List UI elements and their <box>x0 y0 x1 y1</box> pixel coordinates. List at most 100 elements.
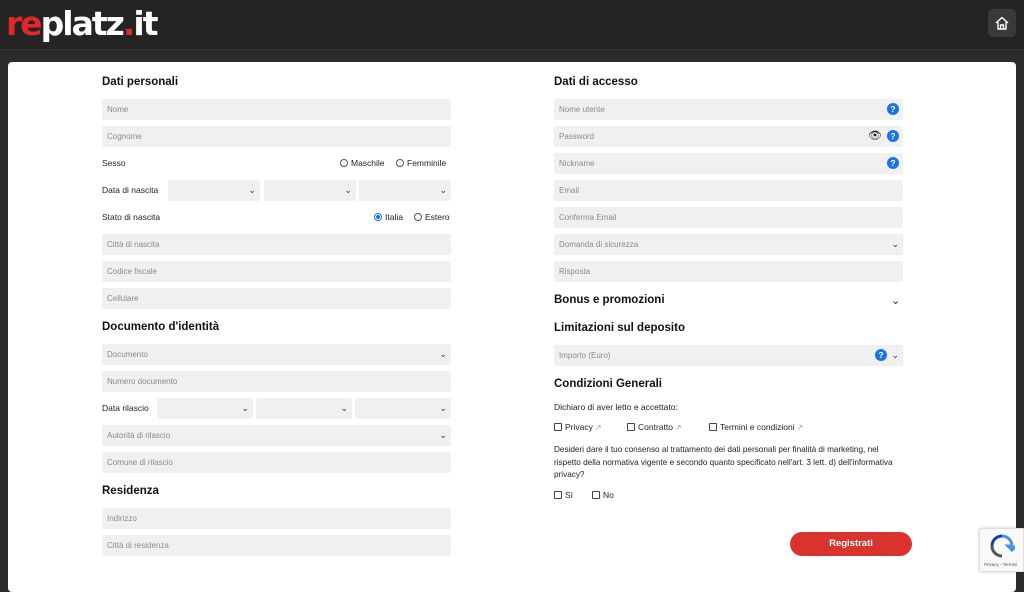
registration-form: Dati personali Nome Cognome Sesso Maschi… <box>8 62 1016 592</box>
help-icon[interactable]: ? <box>875 349 887 361</box>
documento-placeholder: Documento <box>107 350 148 359</box>
stato-label: Stato di nascita <box>102 212 161 222</box>
register-button[interactable]: Registrati <box>790 532 912 556</box>
radio-femminile-label: Femminile <box>407 158 447 168</box>
chevron-down-icon: ⌄ <box>891 350 899 360</box>
cognome-input[interactable]: Cognome <box>102 126 451 147</box>
consent-no-label: No <box>603 490 614 500</box>
section-title-bonus[interactable]: Bonus e promozioni <box>554 294 665 306</box>
sesso-label: Sesso <box>102 158 126 168</box>
contratto-checkbox[interactable]: Contratto ↗ <box>627 421 682 434</box>
consent-no-checkbox[interactable]: No <box>592 489 614 501</box>
chevron-down-icon: ⌄ <box>248 185 256 195</box>
indirizzo-input[interactable]: Indirizzo <box>102 508 451 529</box>
external-link-icon[interactable]: ↗ <box>797 423 804 432</box>
radio-circle-checked <box>374 213 382 221</box>
home-button[interactable] <box>988 9 1016 37</box>
privacy-checkbox[interactable]: Privacy ↗ <box>554 421 602 434</box>
privacy-label: Privacy <box>565 422 593 432</box>
importo-select[interactable]: Importo (Euro)? ⌄ <box>554 345 903 366</box>
email-input[interactable]: Email <box>554 180 903 201</box>
citta-residenza-input[interactable]: Città di residenza <box>102 535 451 556</box>
release-year-select[interactable]: ⌄ <box>355 398 451 419</box>
recaptcha-badge[interactable]: Privacy - Termini <box>979 528 1024 572</box>
checkbox-box <box>554 423 562 431</box>
recaptcha-text[interactable]: Privacy - Termini <box>984 562 1017 567</box>
checkbox-box <box>627 423 635 431</box>
numero-documento-input[interactable]: Numero documento <box>102 371 451 392</box>
radio-estero-label: Estero <box>425 212 450 222</box>
codice-fiscale-input[interactable]: Codice fiscale <box>102 261 451 282</box>
radio-italia[interactable]: Italia <box>374 210 403 224</box>
checkbox-box <box>592 491 600 499</box>
birth-month-select[interactable]: ⌄ <box>264 180 356 201</box>
logo-it: it <box>133 4 158 43</box>
external-link-icon[interactable]: ↗ <box>675 423 682 432</box>
radio-estero[interactable]: Estero <box>414 210 450 224</box>
autorita-placeholder: Autorità di rilascio <box>107 431 171 440</box>
security-question-select[interactable]: Domanda di sicurezza ⌄ <box>554 234 903 255</box>
chevron-down-icon: ⌄ <box>439 349 447 359</box>
external-link-icon[interactable]: ↗ <box>595 423 602 432</box>
documento-select[interactable]: Documento ⌄ <box>102 344 451 365</box>
checkbox-box <box>554 491 562 499</box>
autorita-select[interactable]: Autorità di rilascio ⌄ <box>102 425 451 446</box>
consent-yes-checkbox[interactable]: Sì <box>554 489 573 501</box>
chevron-down-icon: ⌄ <box>439 403 447 413</box>
chevron-down-icon: ⌄ <box>439 430 447 440</box>
chevron-down-icon: ⌄ <box>241 403 249 413</box>
conditions-intro: Dichiaro di aver letto e accettato: <box>554 402 678 412</box>
nickname-input[interactable]: Nickname? <box>554 153 903 174</box>
radio-italia-label: Italia <box>385 212 403 222</box>
replatz-logo[interactable]: replatz.it <box>6 4 158 44</box>
section-title-conditions: Condizioni Generali <box>554 378 662 390</box>
nascita-label: Data di nascita <box>102 185 159 195</box>
chevron-down-icon: ⌄ <box>344 185 352 195</box>
recaptcha-icon <box>990 534 1015 558</box>
eye-icon[interactable]: 👁 <box>868 130 882 142</box>
release-day-select[interactable]: ⌄ <box>157 398 253 419</box>
importo-placeholder: Importo (Euro) <box>559 351 611 360</box>
answer-input[interactable]: Risposta <box>554 261 903 282</box>
security-question-placeholder: Domanda di sicurezza <box>559 240 639 249</box>
termini-label: Termini e condizioni <box>720 422 795 432</box>
radio-circle <box>396 159 404 167</box>
help-icon[interactable]: ? <box>887 130 899 142</box>
termini-checkbox[interactable]: Termini e condizioni ↗ <box>709 421 803 434</box>
username-placeholder: Nome utente <box>559 105 605 114</box>
comune-rilascio-input[interactable]: Comune di rilascio <box>102 452 451 473</box>
birth-year-select[interactable]: ⌄ <box>359 180 451 201</box>
release-month-select[interactable]: ⌄ <box>256 398 352 419</box>
username-input[interactable]: Nome utente? <box>554 99 903 120</box>
radio-maschile[interactable]: Maschile <box>340 156 385 170</box>
section-title-document: Documento d'identità <box>102 321 220 333</box>
rilascio-label: Data rilascio <box>102 403 149 413</box>
section-title-residence: Residenza <box>102 485 159 497</box>
contratto-label: Contratto <box>638 422 673 432</box>
birth-day-select[interactable]: ⌄ <box>168 180 260 201</box>
consent-yes-label: Sì <box>565 490 574 500</box>
nickname-placeholder: Nickname <box>559 159 595 168</box>
section-title-personal: Dati personali <box>102 76 179 88</box>
chevron-down-icon[interactable]: ⌄ <box>891 294 900 307</box>
radio-femminile[interactable]: Femminile <box>396 156 446 170</box>
logo-dot: . <box>122 4 135 43</box>
logo-re: re <box>6 4 43 43</box>
nome-input[interactable]: Nome <box>102 99 451 120</box>
password-placeholder: Password <box>559 132 595 141</box>
confirm-email-input[interactable]: Conferma Email <box>554 207 903 228</box>
section-title-access: Dati di accesso <box>554 76 638 88</box>
home-icon <box>995 16 1009 30</box>
checkbox-box <box>709 423 717 431</box>
cellulare-input[interactable]: Cellulare <box>102 288 451 309</box>
radio-circle <box>414 213 422 221</box>
chevron-down-icon: ⌄ <box>891 239 899 249</box>
radio-maschile-label: Maschile <box>351 158 385 168</box>
password-input[interactable]: Password 👁? <box>554 126 903 147</box>
section-title-limits: Limitazioni sul deposito <box>554 322 685 334</box>
help-icon[interactable]: ? <box>887 103 899 115</box>
radio-circle <box>340 159 348 167</box>
top-bar: replatz.it <box>0 0 1024 50</box>
help-icon[interactable]: ? <box>887 157 899 169</box>
citta-nascita-input[interactable]: Città di nascita <box>102 234 451 255</box>
